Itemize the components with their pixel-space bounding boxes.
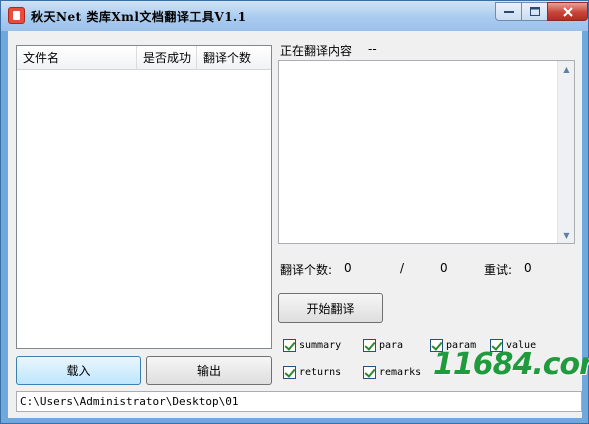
option-label: summary <box>299 340 342 351</box>
column-header-success[interactable]: 是否成功 <box>137 46 197 70</box>
column-header-filename[interactable]: 文件名 <box>17 46 137 70</box>
checkbox-icon[interactable] <box>363 339 376 352</box>
count-label: 翻译个数: <box>280 263 333 277</box>
maximize-button[interactable] <box>521 2 548 21</box>
minimize-button[interactable] <box>495 2 522 21</box>
checkbox-icon[interactable] <box>283 366 296 379</box>
minimize-icon <box>503 10 514 13</box>
close-icon <box>562 6 573 17</box>
file-list-header: 文件名 是否成功 翻译个数 <box>17 46 271 70</box>
app-icon <box>8 7 25 24</box>
load-button[interactable]: 载入 <box>16 356 141 385</box>
translating-value: -- <box>368 42 377 56</box>
total-value: 0 <box>440 261 448 275</box>
option-label: returns <box>299 367 342 378</box>
vertical-scrollbar[interactable]: ▲ ▼ <box>557 61 574 243</box>
option-remarks[interactable]: remarks <box>363 366 421 379</box>
file-list[interactable]: 文件名 是否成功 翻译个数 <box>16 45 272 349</box>
window-title: 秋天Net 类库Xml文档翻译工具V1.1 <box>31 10 247 24</box>
app-window: 秋天Net 类库Xml文档翻译工具V1.1 文件名 是否成功 翻译个数 载入 输… <box>0 0 589 424</box>
path-field[interactable]: C:\Users\Administrator\Desktop\01 <box>16 391 582 412</box>
count-value: 0 <box>344 261 352 275</box>
retry-label: 重试: <box>484 263 513 277</box>
retry-value: 0 <box>524 261 532 275</box>
column-header-count[interactable]: 翻译个数 <box>197 46 271 70</box>
close-button[interactable] <box>547 2 588 21</box>
scroll-up-icon[interactable]: ▲ <box>559 61 574 77</box>
translating-label: 正在翻译内容 <box>280 44 353 58</box>
output-button[interactable]: 输出 <box>146 356 272 385</box>
title-bar[interactable]: 秋天Net 类库Xml文档翻译工具V1.1 <box>1 1 588 31</box>
scroll-down-icon[interactable]: ▼ <box>559 227 574 243</box>
start-translate-button[interactable]: 开始翻译 <box>278 293 383 323</box>
option-para[interactable]: para <box>363 339 403 352</box>
checkbox-icon[interactable] <box>283 339 296 352</box>
maximize-icon <box>529 7 540 16</box>
option-returns[interactable]: returns <box>283 366 341 379</box>
option-label: para <box>379 340 404 351</box>
watermark-text: 11684.com <box>433 347 589 382</box>
checkbox-icon[interactable] <box>363 366 376 379</box>
option-summary[interactable]: summary <box>283 339 341 352</box>
translation-content-area[interactable]: ▲ ▼ <box>278 60 575 244</box>
count-separator: / <box>400 261 405 275</box>
option-label: remarks <box>379 367 422 378</box>
